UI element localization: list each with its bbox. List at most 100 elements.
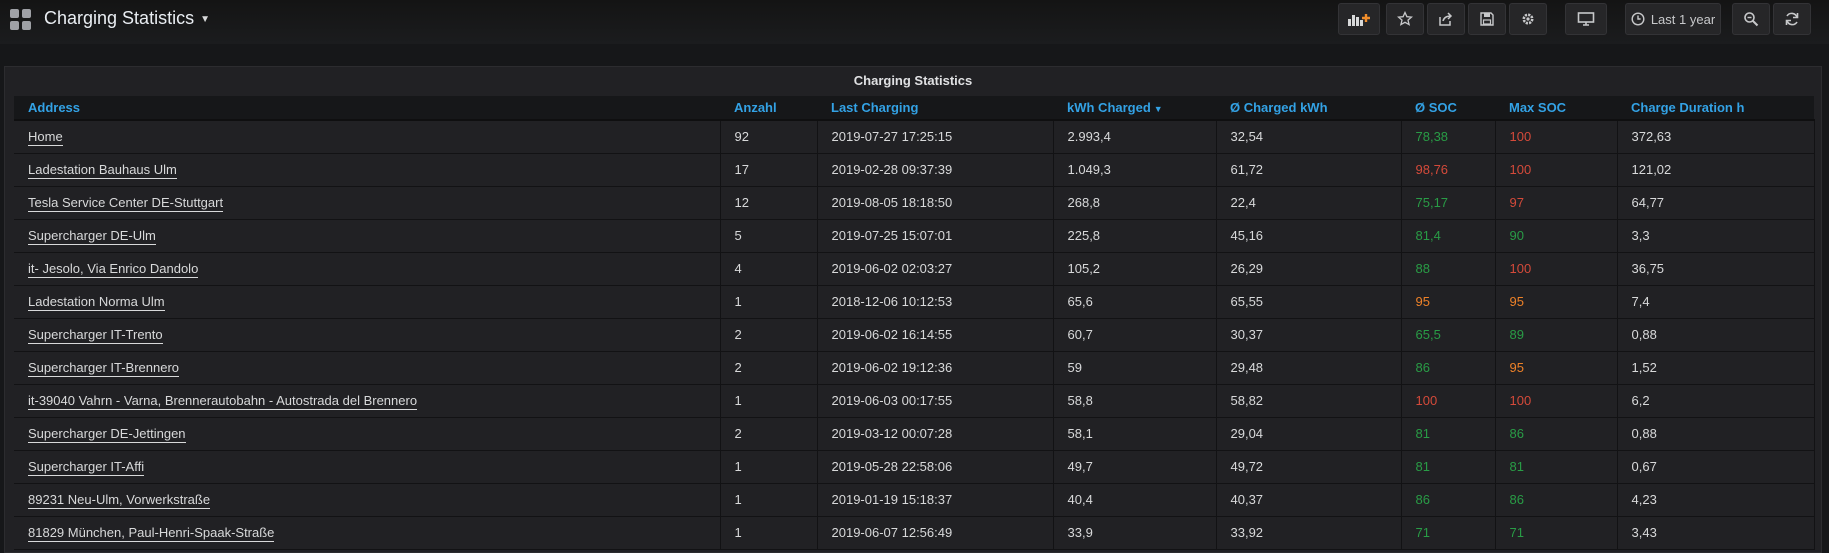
settings-button[interactable] [1509,3,1547,35]
add-panel-button[interactable] [1338,3,1380,35]
address-link[interactable]: Supercharger IT-Trento [28,327,163,344]
table-body: Home 92 2019-07-27 17:25:15 2.993,4 32,54 78,… [14,120,1815,550]
kwh-charged-cell: 58,8 [1053,384,1217,418]
address-link[interactable]: Supercharger IT-Brennero [28,360,180,377]
caret-down-icon: ▼ [200,14,210,25]
avg-soc-cell: 81 [1401,417,1496,451]
max-soc-cell: 90 [1495,219,1618,253]
kwh-charged-cell: 2.993,4 [1053,120,1217,154]
star-button[interactable] [1386,3,1424,35]
address-cell[interactable]: 81829 München, Paul-Henri-Spaak-Straße [14,516,721,550]
table-row: Supercharger DE-Ulm 5 2019-07-25 15:07:01 2… [14,219,1815,253]
kwh-charged-cell: 225,8 [1053,219,1217,253]
charge-duration-cell: 3,43 [1617,516,1815,550]
last-charging-cell: 2019-06-02 02:03:27 [817,252,1054,286]
last-charging-cell: 2019-06-02 19:12:36 [817,351,1054,385]
charge-duration-cell: 1,52 [1617,351,1815,385]
last-charging-cell: 2019-08-05 18:18:50 [817,186,1054,220]
address-link[interactable]: it-39040 Vahrn - Varna, Brennerautobahn … [28,393,418,410]
save-icon [1480,12,1494,26]
address-link[interactable]: 89231 Neu-Ulm, Vorwerkstraße [28,492,211,509]
anzahl-cell: 1 [720,483,818,517]
share-icon [1439,12,1453,26]
address-cell[interactable]: Supercharger IT-Brennero [14,351,721,385]
panel-title[interactable]: Charging Statistics [5,73,1821,88]
tv-mode-button[interactable] [1565,3,1607,35]
last-charging-cell: 2019-06-07 12:56:49 [817,516,1054,550]
max-soc-cell: 100 [1495,153,1618,187]
star-icon [1397,11,1413,26]
avg-soc-cell: 71 [1401,516,1496,550]
kwh-charged-cell: 60,7 [1053,318,1217,352]
add-panel-icon [1348,14,1370,26]
address-cell[interactable]: it- Jesolo, Via Enrico Dandolo [14,252,721,286]
address-cell[interactable]: it-39040 Vahrn - Varna, Brennerautobahn … [14,384,721,418]
address-cell[interactable]: Tesla Service Center DE-Stuttgart [14,186,721,220]
address-cell[interactable]: Supercharger DE-Jettingen [14,417,721,451]
address-cell[interactable]: Supercharger DE-Ulm [14,219,721,253]
share-button[interactable] [1427,3,1465,35]
zoom-out-button[interactable] [1732,3,1770,35]
column-header-address[interactable]: Address [14,96,720,121]
table-row: Supercharger IT-Affi 1 2019-05-28 22:58:06… [14,450,1815,484]
address-link[interactable]: Tesla Service Center DE-Stuttgart [28,195,224,212]
column-header-charge-duration[interactable]: Charge Duration h [1617,96,1814,121]
column-header-avg-soc[interactable]: Ø SOC [1401,96,1495,121]
column-header-max-soc[interactable]: Max SOC [1495,96,1617,121]
time-picker-button[interactable]: Last 1 year [1625,3,1721,35]
avg-soc-cell: 100 [1401,384,1496,418]
column-header-anzahl[interactable]: Anzahl [720,96,817,121]
kwh-charged-cell: 40,4 [1053,483,1217,517]
dashboard-title: Charging Statistics [44,8,195,28]
address-link[interactable]: Supercharger IT-Affi [28,459,145,476]
avg-soc-cell: 86 [1401,351,1496,385]
avg-charged-kwh-cell: 32,54 [1216,120,1402,154]
charge-duration-cell: 0,67 [1617,450,1815,484]
gear-icon [1522,13,1534,25]
address-link[interactable]: 81829 München, Paul-Henri-Spaak-Straße [28,525,275,542]
last-charging-cell: 2019-03-12 00:07:28 [817,417,1054,451]
address-link[interactable]: Home [28,129,63,147]
anzahl-cell: 5 [720,219,818,253]
max-soc-cell: 97 [1495,186,1618,220]
anzahl-cell: 1 [720,450,818,484]
address-cell[interactable]: 89231 Neu-Ulm, Vorwerkstraße [14,483,721,517]
dashboard-title-dropdown[interactable]: Charging Statistics ▼ [44,8,210,29]
avg-charged-kwh-cell: 29,48 [1216,351,1402,385]
clock-icon [1631,12,1645,26]
column-header-kwh-charged[interactable]: kWh Charged ▼ [1053,96,1216,121]
refresh-button[interactable] [1773,3,1811,35]
dashboard-grid-icon[interactable] [10,9,32,31]
kwh-charged-cell: 33,9 [1053,516,1217,550]
address-cell[interactable]: Supercharger IT-Affi [14,450,721,484]
address-link[interactable]: it- Jesolo, Via Enrico Dandolo [28,261,199,278]
max-soc-cell: 86 [1495,483,1618,517]
column-header-avg-charged-kwh[interactable]: Ø Charged kWh [1216,96,1401,121]
max-soc-cell: 100 [1495,120,1618,154]
column-header-last-charging[interactable]: Last Charging [817,96,1053,121]
address-cell[interactable]: Ladestation Norma Ulm [14,285,721,319]
last-charging-cell: 2019-01-19 15:18:37 [817,483,1054,517]
avg-soc-cell: 75,17 [1401,186,1496,220]
address-link[interactable]: Supercharger DE-Jettingen [28,426,186,443]
sort-desc-icon: ▼ [1153,104,1163,114]
charging-statistics-table: Address Anzahl Last Charging kWh Charged… [14,96,1815,550]
address-link[interactable]: Supercharger DE-Ulm [28,228,156,245]
charge-duration-cell: 36,75 [1617,252,1815,286]
save-button[interactable] [1468,3,1506,35]
last-charging-cell: 2019-07-25 15:07:01 [817,219,1054,253]
address-cell[interactable]: Supercharger IT-Trento [14,318,721,352]
charge-duration-cell: 64,77 [1617,186,1815,220]
charge-duration-cell: 4,23 [1617,483,1815,517]
table-header-row: Address Anzahl Last Charging kWh Charged… [14,96,1814,121]
address-cell[interactable]: Home [14,120,721,154]
avg-soc-cell: 81,4 [1401,219,1496,253]
max-soc-cell: 100 [1495,384,1618,418]
table-row: Home 92 2019-07-27 17:25:15 2.993,4 32,54 78,… [14,120,1815,154]
kwh-charged-cell: 58,1 [1053,417,1217,451]
avg-soc-cell: 86 [1401,483,1496,517]
address-link[interactable]: Ladestation Bauhaus Ulm [28,162,177,179]
address-link[interactable]: Ladestation Norma Ulm [28,294,165,311]
last-charging-cell: 2018-12-06 10:12:53 [817,285,1054,319]
address-cell[interactable]: Ladestation Bauhaus Ulm [14,153,721,187]
